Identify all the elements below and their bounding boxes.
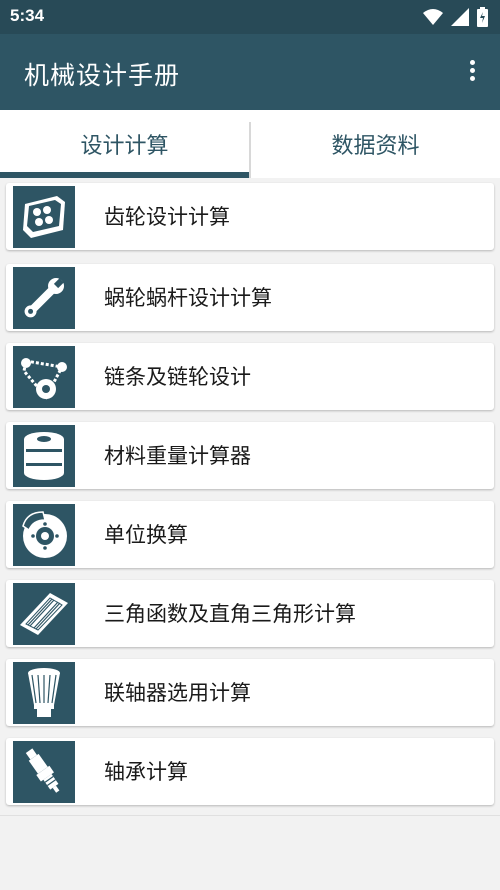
list-item-coupling[interactable]: 联轴器选用计算: [6, 659, 494, 726]
list-item-label: 材料重量计算器: [104, 444, 251, 468]
list-item-label: 轴承计算: [104, 760, 188, 784]
list-item-gear-design[interactable]: 齿轮设计计算: [6, 183, 494, 250]
list-item-worm-gear[interactable]: 蜗轮蜗杆设计计算: [6, 264, 494, 331]
list-item-label: 链条及链轮设计: [104, 365, 251, 389]
list-item-bearing[interactable]: 轴承计算: [6, 738, 494, 805]
list-item-chain-sprocket[interactable]: 链条及链轮设计: [6, 343, 494, 410]
tab-label: 数据资料: [331, 134, 420, 159]
list-end-divider: [0, 815, 500, 816]
brake-disc-icon: [13, 504, 75, 566]
air-filter-icon: [13, 583, 75, 645]
list-item-trig-calc[interactable]: 三角函数及直角三角形计算: [6, 580, 494, 647]
wifi-icon: [423, 9, 443, 25]
list-item-label: 联轴器选用计算: [104, 681, 251, 705]
status-bar: 5:34: [0, 0, 500, 34]
app-bar: 机械设计手册: [0, 34, 500, 110]
oil-filter-icon: [13, 425, 75, 487]
cone-filter-icon: [13, 662, 75, 724]
tab-bar: 设计计算 数据资料: [0, 110, 500, 178]
tab-data-reference[interactable]: 数据资料: [251, 110, 500, 178]
spark-plug-icon: [13, 741, 75, 803]
more-options-icon[interactable]: [462, 60, 482, 86]
tab-indicator: [0, 172, 249, 178]
battery-icon: [477, 7, 488, 27]
wrench-icon: [13, 267, 75, 329]
status-time: 5:34: [10, 6, 45, 25]
list-item-label: 单位换算: [104, 523, 188, 547]
list-item-label: 蜗轮蜗杆设计计算: [104, 286, 272, 310]
list-item-unit-conversion[interactable]: 单位换算: [6, 501, 494, 568]
list-item-label: 三角函数及直角三角形计算: [104, 602, 356, 626]
app-title: 机械设计手册: [24, 61, 181, 90]
list-item-material-weight[interactable]: 材料重量计算器: [6, 422, 494, 489]
signal-icon: [451, 8, 469, 26]
tab-design-calc[interactable]: 设计计算: [0, 110, 249, 178]
engine-block-icon: [13, 186, 75, 248]
list-item-label: 齿轮设计计算: [104, 205, 230, 229]
status-icons: [423, 7, 488, 27]
tab-label: 设计计算: [80, 134, 169, 159]
chain-drive-icon: [13, 346, 75, 408]
